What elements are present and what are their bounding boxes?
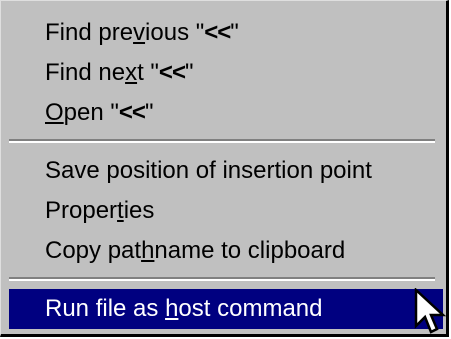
menu-item-label: Find previous "<<" (45, 19, 239, 46)
menu-item-label: Save position of insertion point (45, 157, 372, 184)
menu-item-copy-pathname[interactable]: Copy pathname to clipboard (1, 231, 435, 271)
menu-item-find-next[interactable]: Find next "<<" (1, 53, 435, 93)
menu-item-properties[interactable]: Properties (1, 191, 435, 231)
arrow-pointer-icon (414, 288, 447, 334)
menu-item-run-host-command[interactable]: Run file as host command (9, 289, 443, 329)
menu-item-label: Copy pathname to clipboard (45, 237, 346, 264)
menu-item-label: Properties (45, 197, 155, 224)
menu-item-save-position[interactable]: Save position of insertion point (1, 151, 435, 191)
menu-item-label: Open "<<" (45, 99, 154, 126)
menu-item-open[interactable]: Open "<<" (1, 93, 435, 133)
menu-item-find-previous[interactable]: Find previous "<<" (1, 13, 435, 53)
menu-item-label: Find next "<<" (45, 59, 194, 86)
menu-item-label: Run file as host command (45, 295, 323, 322)
menu-separator (9, 139, 435, 143)
menu-separator (9, 277, 435, 281)
context-menu: Find previous "<<" Find next "<<" Open "… (0, 0, 449, 337)
